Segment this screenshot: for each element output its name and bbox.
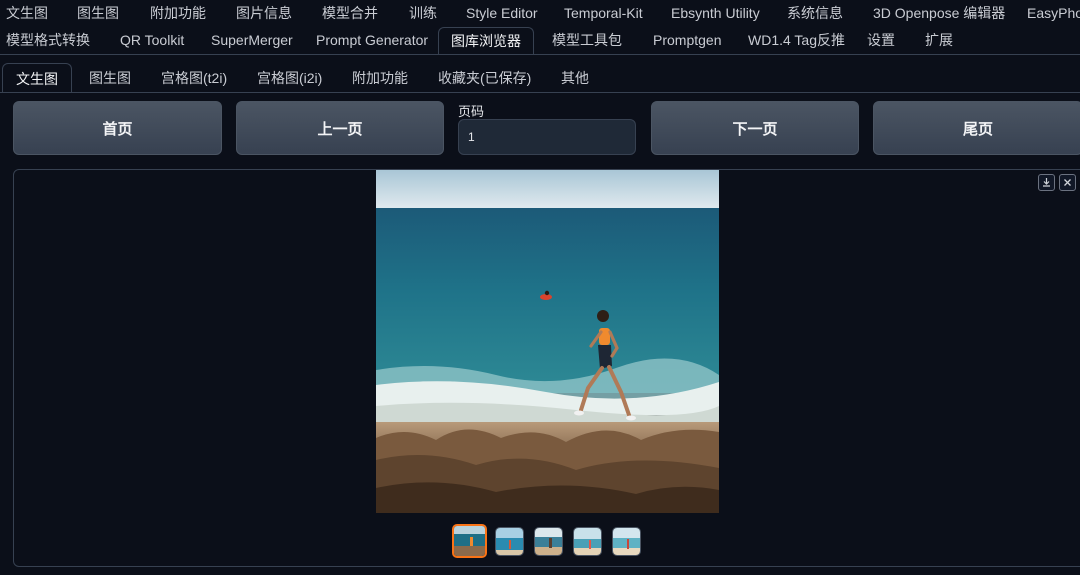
tab-extensions[interactable]: 扩展	[921, 27, 957, 54]
subtab-grid-i2i[interactable]: 宫格图(i2i)	[253, 63, 326, 92]
thumbnail-4[interactable]	[573, 527, 602, 556]
sub-tab-row: 文生图 图生图 宫格图(t2i) 宫格图(i2i) 附加功能 收藏夹(已保存) …	[0, 63, 1080, 93]
thumbnail-3[interactable]	[534, 527, 563, 556]
tab-txt2img[interactable]: 文生图	[2, 0, 52, 27]
top-tab-row-1: 文生图 图生图 附加功能 图片信息 模型合并 训练 Style Editor T…	[0, 0, 1080, 27]
tab-system-info[interactable]: 系统信息	[783, 0, 847, 27]
next-page-button[interactable]: 下一页	[651, 101, 859, 155]
tab-model-toolkit[interactable]: 模型工具包	[548, 27, 626, 54]
tab-img2img[interactable]: 图生图	[73, 0, 123, 27]
top-tab-row-2: 模型格式转换 QR Toolkit SuperMerger Prompt Gen…	[0, 27, 1080, 55]
prev-page-button[interactable]: 上一页	[236, 101, 444, 155]
tab-promptgen[interactable]: Promptgen	[649, 27, 725, 54]
tab-image-browser[interactable]: 图库浏览器	[438, 27, 534, 54]
close-icon[interactable]	[1059, 174, 1076, 191]
subtab-others[interactable]: 其他	[557, 63, 593, 92]
tab-prompt-generator[interactable]: Prompt Generator	[312, 27, 432, 54]
subtab-favorites[interactable]: 收藏夹(已保存)	[434, 63, 535, 92]
tab-ebsynth-utility[interactable]: Ebsynth Utility	[667, 0, 764, 27]
download-icon[interactable]	[1038, 174, 1055, 191]
tab-qr-toolkit[interactable]: QR Toolkit	[116, 27, 188, 54]
subtab-extras[interactable]: 附加功能	[348, 63, 412, 92]
first-page-button[interactable]: 首页	[13, 101, 222, 155]
thumbnail-2[interactable]	[495, 527, 524, 556]
tab-wd14-tagger[interactable]: WD1.4 Tag反推	[744, 27, 849, 54]
main-preview-image[interactable]	[376, 170, 719, 513]
thumbnail-5[interactable]	[612, 527, 641, 556]
tab-png-info[interactable]: 图片信息	[232, 0, 296, 27]
tab-style-editor[interactable]: Style Editor	[462, 0, 542, 27]
tab-3d-openpose[interactable]: 3D Openpose 编辑器	[869, 0, 1009, 27]
tab-settings[interactable]: 设置	[863, 27, 899, 54]
page-number-label: 页码	[458, 104, 485, 119]
tab-checkpoint-merger[interactable]: 模型合并	[318, 0, 382, 27]
subtab-txt2img[interactable]: 文生图	[2, 63, 72, 92]
tab-extras[interactable]: 附加功能	[146, 0, 210, 27]
tab-supermerger[interactable]: SuperMerger	[207, 27, 297, 54]
last-page-button[interactable]: 尾页	[873, 101, 1080, 155]
tab-easyphoto[interactable]: EasyPhot	[1023, 0, 1080, 27]
page-number-input[interactable]	[458, 119, 636, 155]
subtab-grid-t2i[interactable]: 宫格图(t2i)	[157, 63, 231, 92]
subtab-img2img[interactable]: 图生图	[85, 63, 135, 92]
tab-model-converter[interactable]: 模型格式转换	[2, 27, 94, 54]
thumbnail-1[interactable]	[452, 524, 487, 558]
tab-temporal-kit[interactable]: Temporal-Kit	[560, 0, 647, 27]
tab-train[interactable]: 训练	[405, 0, 441, 27]
